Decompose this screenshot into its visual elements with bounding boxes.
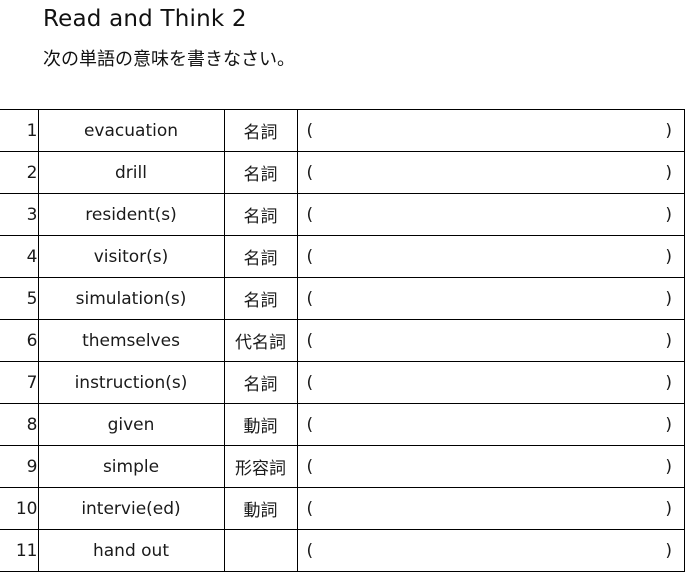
table-row: 11 hand out (): [0, 529, 685, 572]
open-paren: (: [306, 372, 314, 393]
row-number: 7: [0, 361, 39, 404]
row-number: 5: [0, 277, 39, 320]
row-number: 1: [0, 109, 39, 152]
answer-cell[interactable]: (): [297, 487, 685, 530]
answer-cell[interactable]: (): [297, 193, 685, 236]
close-paren: ): [665, 162, 672, 183]
part-of-speech: 名詞: [224, 277, 298, 320]
instruction-text: 次の単語の意味を書きなさい。: [43, 49, 295, 70]
vocab-word: resident(s): [38, 193, 225, 236]
part-of-speech: 動詞: [224, 403, 298, 446]
close-paren: ): [665, 498, 672, 519]
table-row: 8 given 動詞(): [0, 403, 685, 446]
vocab-word: hand out: [38, 529, 225, 572]
close-paren: ): [665, 456, 672, 477]
open-paren: (: [306, 414, 314, 435]
vocab-word: simple: [38, 445, 225, 488]
close-paren: ): [665, 540, 672, 561]
row-number: 4: [0, 235, 39, 278]
table-row: 6 themselves 代名詞(): [0, 319, 685, 362]
answer-cell[interactable]: (): [297, 151, 685, 194]
open-paren: (: [306, 120, 314, 141]
part-of-speech: 名詞: [224, 109, 298, 152]
answer-cell[interactable]: (): [297, 235, 685, 278]
open-paren: (: [306, 456, 314, 477]
row-number: 6: [0, 319, 39, 362]
close-paren: ): [665, 414, 672, 435]
answer-cell[interactable]: (): [297, 445, 685, 488]
answer-cell[interactable]: (): [297, 403, 685, 446]
table-row: 9 simple 形容詞(): [0, 445, 685, 488]
open-paren: (: [306, 540, 314, 561]
close-paren: ): [665, 204, 672, 225]
answer-cell[interactable]: (): [297, 109, 685, 152]
vocab-word: simulation(s): [38, 277, 225, 320]
open-paren: (: [306, 288, 314, 309]
close-paren: ): [665, 330, 672, 351]
table-row: 7 instruction(s) 名詞(): [0, 361, 685, 404]
open-paren: (: [306, 246, 314, 267]
part-of-speech: 名詞: [224, 361, 298, 404]
vocabulary-table: 1 evacuation 名詞() 2 drill 名詞() 3 resident(s) 名詞(…: [0, 109, 685, 572]
row-number: 11: [0, 529, 39, 572]
row-number: 3: [0, 193, 39, 236]
table-row: 4 visitor(s) 名詞(): [0, 235, 685, 278]
vocab-word: instruction(s): [38, 361, 225, 404]
close-paren: ): [665, 288, 672, 309]
vocab-word: evacuation: [38, 109, 225, 152]
part-of-speech: 名詞: [224, 193, 298, 236]
answer-cell[interactable]: (): [297, 277, 685, 320]
answer-cell[interactable]: (): [297, 319, 685, 362]
table-row: 2 drill 名詞(): [0, 151, 685, 194]
table-row: 5 simulation(s) 名詞(): [0, 277, 685, 320]
row-number: 9: [0, 445, 39, 488]
vocab-word: given: [38, 403, 225, 446]
answer-cell[interactable]: (): [297, 529, 685, 572]
table-row: 1 evacuation 名詞(): [0, 109, 685, 152]
open-paren: (: [306, 330, 314, 351]
table-row: 10 intervie(ed) 動詞(): [0, 487, 685, 530]
close-paren: ): [665, 372, 672, 393]
part-of-speech: 形容詞: [224, 445, 298, 488]
row-number: 10: [0, 487, 39, 530]
part-of-speech: 動詞: [224, 487, 298, 530]
part-of-speech: 名詞: [224, 151, 298, 194]
row-number: 2: [0, 151, 39, 194]
part-of-speech: [224, 529, 298, 572]
open-paren: (: [306, 204, 314, 225]
part-of-speech: 名詞: [224, 235, 298, 278]
table-row: 3 resident(s) 名詞(): [0, 193, 685, 236]
answer-cell[interactable]: (): [297, 361, 685, 404]
open-paren: (: [306, 162, 314, 183]
close-paren: ): [665, 246, 672, 267]
row-number: 8: [0, 403, 39, 446]
vocab-word: visitor(s): [38, 235, 225, 278]
vocab-word: drill: [38, 151, 225, 194]
open-paren: (: [306, 498, 314, 519]
part-of-speech: 代名詞: [224, 319, 298, 362]
page-title: Read and Think 2: [43, 6, 247, 32]
vocab-word: themselves: [38, 319, 225, 362]
vocab-word: intervie(ed): [38, 487, 225, 530]
close-paren: ): [665, 120, 672, 141]
